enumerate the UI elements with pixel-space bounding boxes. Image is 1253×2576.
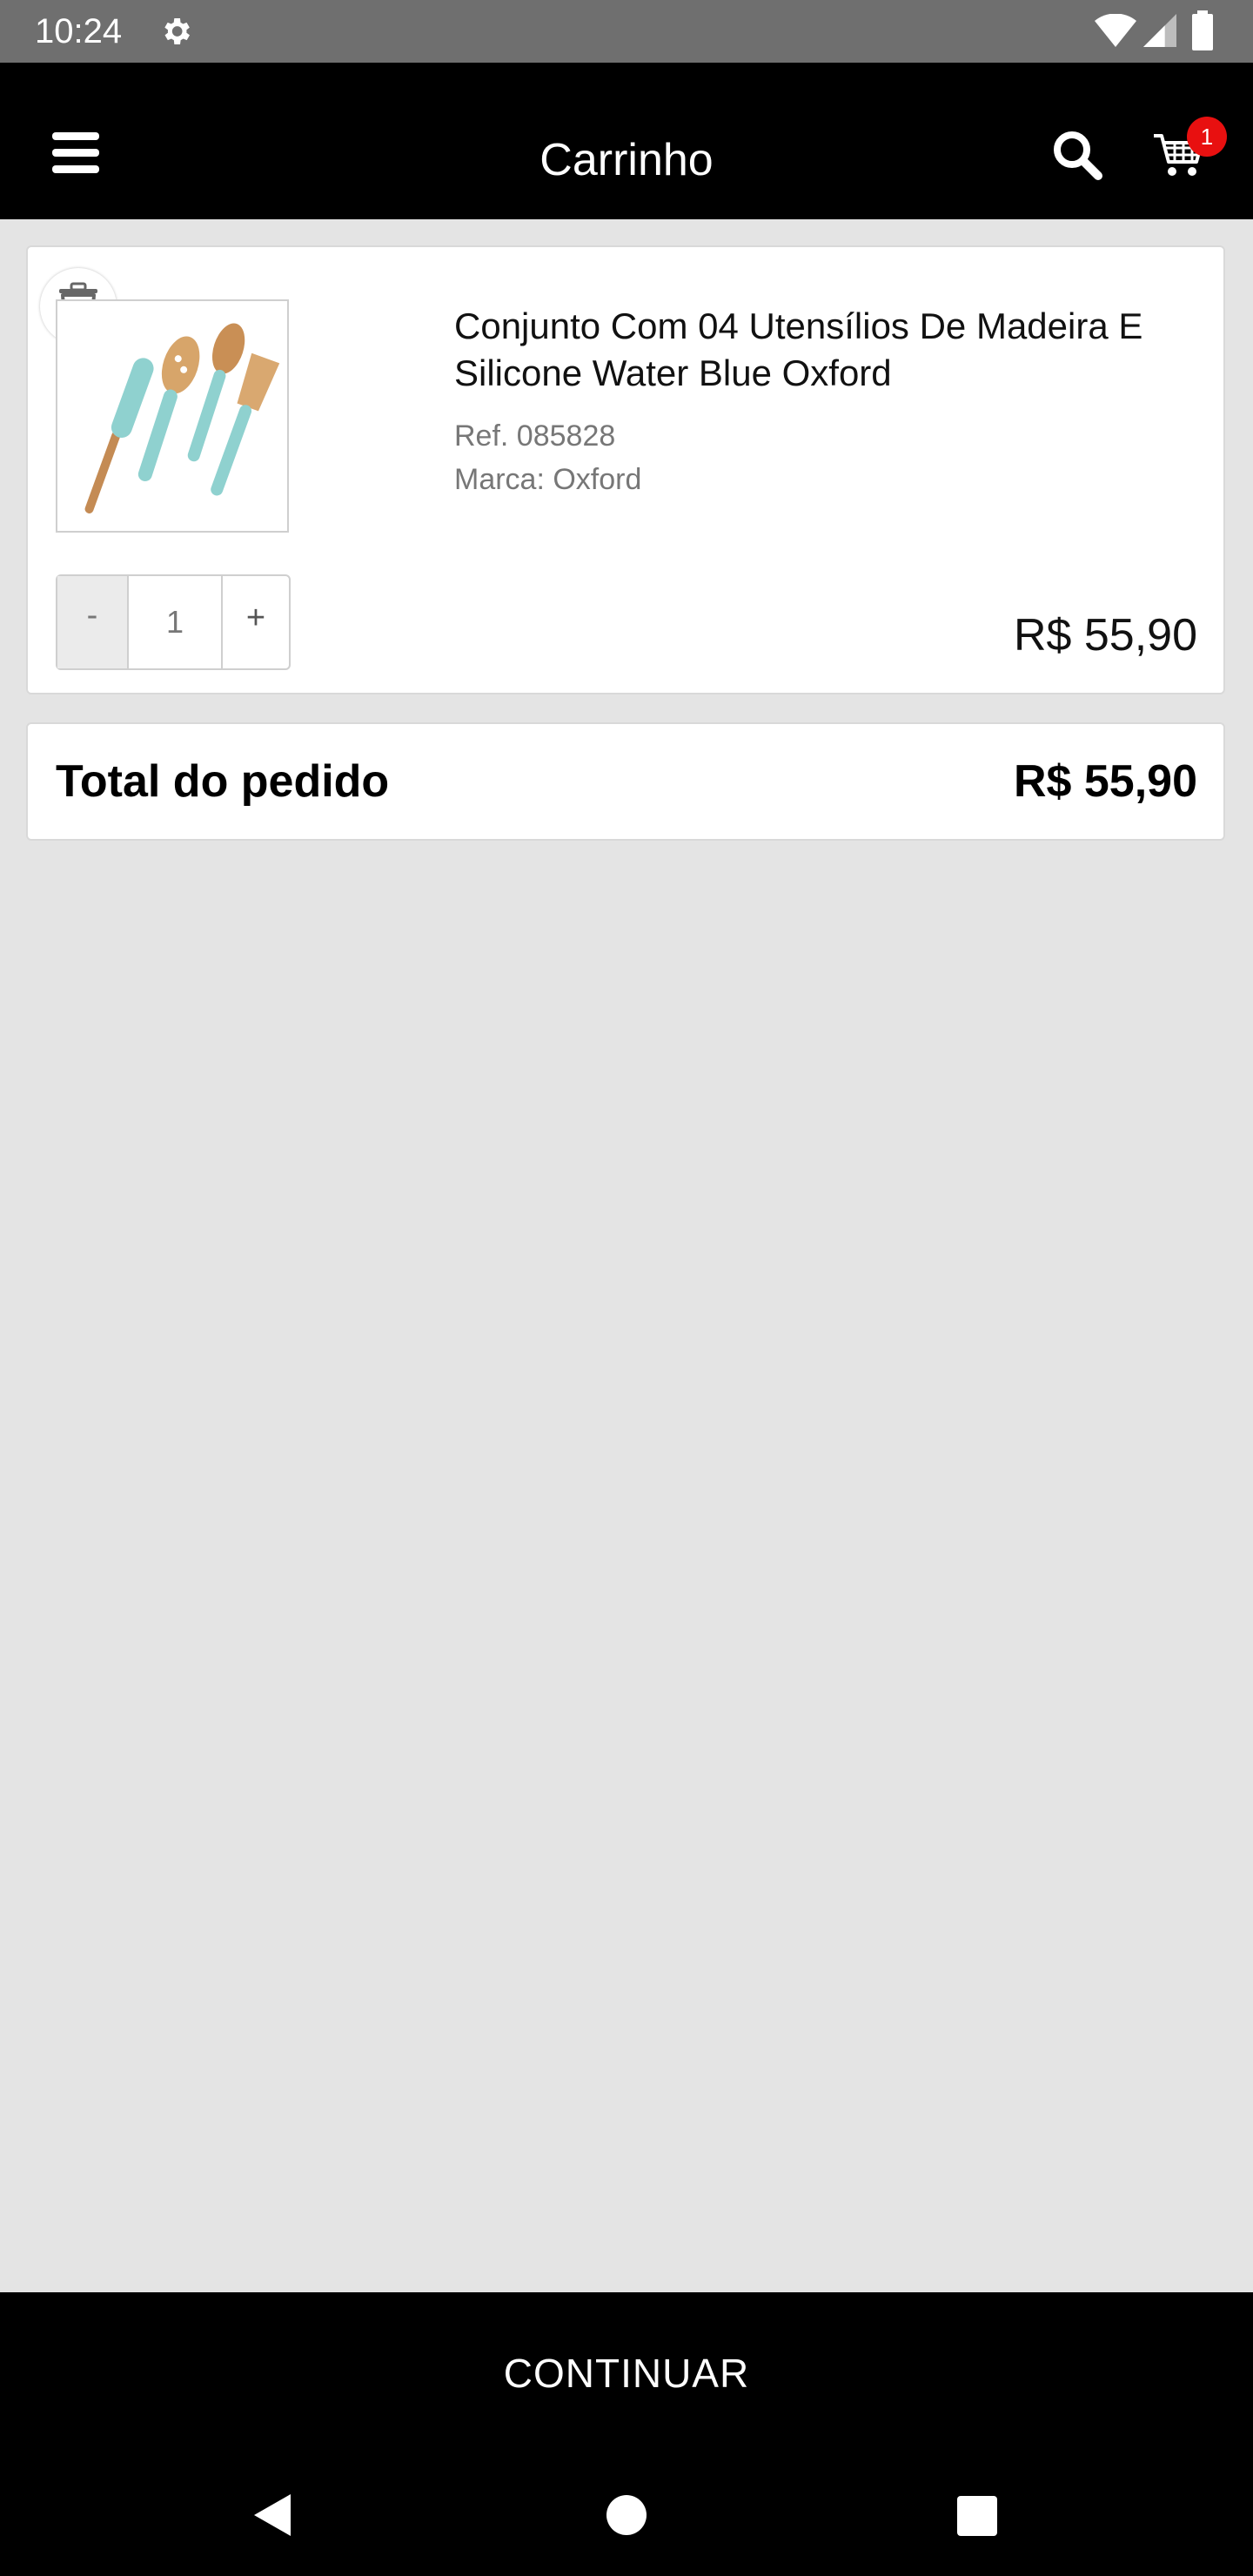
increment-button[interactable]: + bbox=[223, 576, 289, 668]
order-total-value: R$ 55,90 bbox=[1013, 756, 1197, 807]
product-brand: Marca: Oxford bbox=[454, 463, 642, 496]
cart-count-badge: 1 bbox=[1187, 117, 1227, 157]
signal-icon bbox=[1143, 14, 1176, 47]
product-image[interactable] bbox=[56, 299, 289, 533]
status-time: 10:24 bbox=[35, 12, 123, 50]
cart-item-card: Conjunto Com 04 Utensílios De Madeira E … bbox=[26, 245, 1225, 694]
continue-button[interactable]: CONTINUAR bbox=[0, 2292, 1253, 2454]
order-total-label: Total do pedido bbox=[56, 756, 390, 807]
decrement-button[interactable]: - bbox=[57, 576, 129, 668]
status-bar: 10:24 bbox=[0, 0, 1253, 63]
wifi-icon bbox=[1095, 13, 1136, 49]
order-total-card: Total do pedido R$ 55,90 bbox=[26, 722, 1225, 841]
settings-gear-icon bbox=[158, 14, 193, 49]
back-icon[interactable] bbox=[252, 2492, 292, 2542]
search-icon[interactable] bbox=[1051, 129, 1103, 181]
home-icon[interactable] bbox=[606, 2495, 647, 2535]
item-price: R$ 55,90 bbox=[1013, 610, 1197, 661]
product-meta: Ref. 085828 Marca: Oxford bbox=[454, 414, 641, 501]
battery-icon bbox=[1192, 10, 1213, 50]
app-bar: Carrinho 1 bbox=[0, 63, 1253, 219]
product-ref: Ref. 085828 bbox=[454, 419, 616, 453]
system-nav-bar bbox=[0, 2454, 1253, 2576]
quantity-field[interactable]: 1 bbox=[129, 576, 223, 668]
product-name[interactable]: Conjunto Com 04 Utensílios De Madeira E … bbox=[454, 303, 1203, 397]
quantity-stepper: - 1 + bbox=[56, 574, 291, 670]
recent-apps-icon[interactable] bbox=[957, 2496, 997, 2536]
